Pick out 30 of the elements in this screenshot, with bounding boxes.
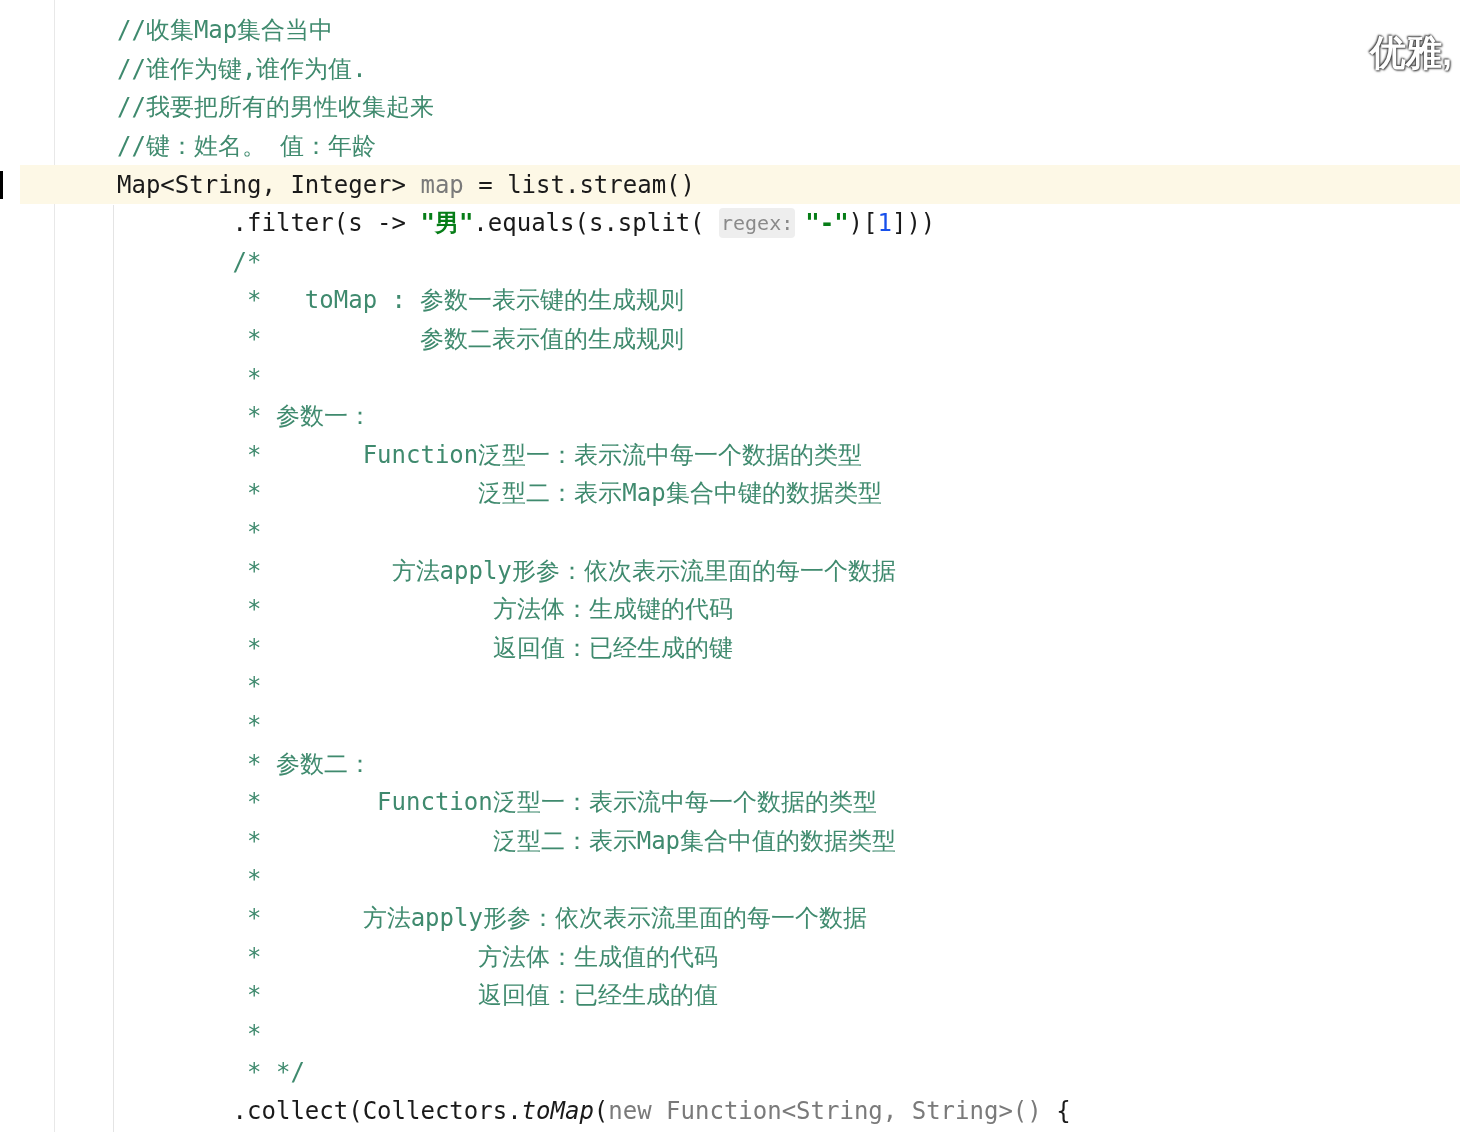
code-line: //收集Map集合当中 — [117, 15, 334, 47]
code-line: * 泛型二：表示Map集合中值的数据类型 — [246, 825, 897, 857]
code-line: * 参数二表示值的生成规则 — [246, 324, 685, 356]
code-line: * 泛型二：表示Map集合中键的数据类型 — [246, 478, 882, 510]
code-line: * Function泛型一：表示流中每一个数据的类型 — [246, 787, 877, 819]
code-line: Map<String, Integer> map = list.stream() — [117, 169, 695, 201]
code-line: * Function泛型一：表示流中每一个数据的类型 — [246, 439, 863, 471]
code-line: * — [246, 1018, 262, 1050]
code-line: * 参数一： — [246, 401, 372, 433]
code-line: * 返回值：已经生成的值 — [246, 980, 719, 1012]
code-line: //谁作为键,谁作为值. — [117, 53, 367, 85]
code-line: * — [246, 362, 262, 394]
code-line: .filter(s -> "男".equals(s.split( regex: "-")[1])) — [231, 207, 936, 241]
code-line: * */ — [246, 1057, 305, 1089]
code-line: * 返回值：已经生成的键 — [246, 632, 733, 664]
code-line: .collect(Collectors.toMap(new Function<String, String>() { — [231, 1095, 1071, 1127]
code-line: * — [246, 671, 262, 703]
code-line: //我要把所有的男性收集起来 — [117, 92, 434, 124]
code-line: * 方法体：生成键的代码 — [246, 594, 733, 626]
code-line: /* — [231, 246, 262, 278]
code-line: * 方法apply形参：依次表示流里面的每一个数据 — [246, 902, 867, 934]
code-line: * 方法apply形参：依次表示流里面的每一个数据 — [246, 555, 896, 587]
code-line: * toMap : 参数一表示键的生成规则 — [246, 285, 685, 317]
overlay-comment: 优雅, — [1370, 31, 1452, 75]
code-line: * — [246, 710, 262, 741]
code-line: * — [246, 864, 262, 896]
code-line: //键：姓名。 值：年龄 — [117, 131, 377, 163]
code-line: * 方法体：生成值的代码 — [246, 941, 719, 973]
code-line: * 参数二： — [246, 748, 372, 780]
code-line: * — [246, 517, 262, 548]
